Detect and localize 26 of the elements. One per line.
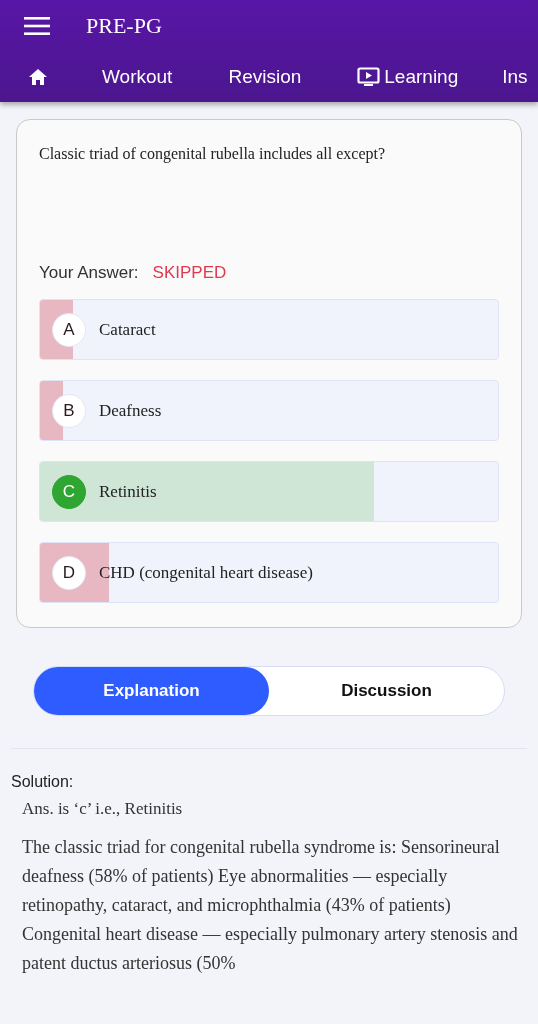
option-letter: B xyxy=(52,393,86,428)
segment-tab[interactable]: Discussion xyxy=(269,667,504,715)
home-tab[interactable] xyxy=(28,68,48,86)
option-text: Cataract xyxy=(99,319,156,340)
answer-option[interactable]: D CHD (congenital heart disease) xyxy=(39,542,499,603)
answer-line: Ans. is ‘c’ i.e., Retinitis xyxy=(22,799,184,819)
explanation-paragraph: The classic triad for congenital rubella syndrome is: Sensorineural deafness (58% of patients) Eye abnormalities — especially retinopathy, cataract, and microphthalmia (43% of patients) Congenital heart disease — especially pulmonary artery stenosis and patent ductus arteriosus (50% xyxy=(22,836,519,975)
answer-option[interactable]: A Cataract xyxy=(39,299,499,360)
nav-tab[interactable]: Ins xyxy=(502,66,528,88)
option-text: Deafness xyxy=(99,400,162,421)
nav-tab[interactable]: Workout xyxy=(102,66,173,88)
video-icon xyxy=(357,67,381,87)
segment-tab[interactable]: Explanation xyxy=(34,667,269,715)
answer-status: SKIPPED xyxy=(152,263,227,283)
nav-tab[interactable]: Learning xyxy=(357,66,459,88)
nav-tab[interactable]: Revision xyxy=(228,66,302,88)
app-title: PRE-PG xyxy=(86,13,162,39)
solution-heading: Solution: xyxy=(11,773,75,791)
option-text: Retinitis xyxy=(99,481,157,502)
question-text: Classic triad of congenital rubella includes all except? xyxy=(39,145,387,165)
home-icon xyxy=(28,68,48,86)
answer-option[interactable]: C Retinitis xyxy=(39,461,499,522)
menu-icon[interactable] xyxy=(24,17,50,35)
answer-option[interactable]: B Deafness xyxy=(39,380,499,441)
answer-label: Your Answer: xyxy=(39,263,139,283)
option-text: CHD (congenital heart disease) xyxy=(99,562,313,583)
